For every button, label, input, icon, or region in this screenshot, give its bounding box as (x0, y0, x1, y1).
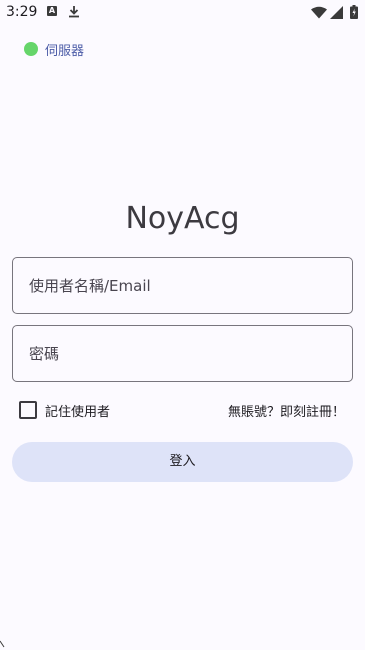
password-field-container (12, 325, 353, 382)
server-status-dot (24, 42, 38, 56)
login-screen: 3:29 A 伺服器 NoyAcg 記住使用者 (0, 0, 365, 650)
wifi-icon (311, 6, 327, 19)
username-input[interactable] (13, 258, 352, 313)
status-bar: 3:29 A (0, 0, 365, 26)
remember-user[interactable]: 記住使用者 (19, 400, 110, 420)
a-notification-icon: A (47, 6, 57, 16)
corner-mark (0, 640, 5, 648)
register-link[interactable]: 無賬號？即刻註冊！ (228, 401, 345, 420)
remember-checkbox[interactable] (19, 401, 37, 419)
remember-label: 記住使用者 (45, 404, 111, 420)
username-field-container (12, 257, 353, 314)
password-input[interactable] (13, 326, 352, 381)
login-button[interactable]: 登入 (12, 442, 353, 482)
signal-icon (330, 6, 343, 19)
server-label: 伺服器 (45, 43, 85, 59)
server-status[interactable]: 伺服器 (24, 40, 85, 59)
download-icon (69, 6, 79, 18)
status-time: 3:29 (6, 4, 38, 20)
a-notification-letter: A (48, 6, 56, 15)
app-title: NoyAcg (125, 201, 240, 236)
battery-icon (350, 5, 358, 19)
